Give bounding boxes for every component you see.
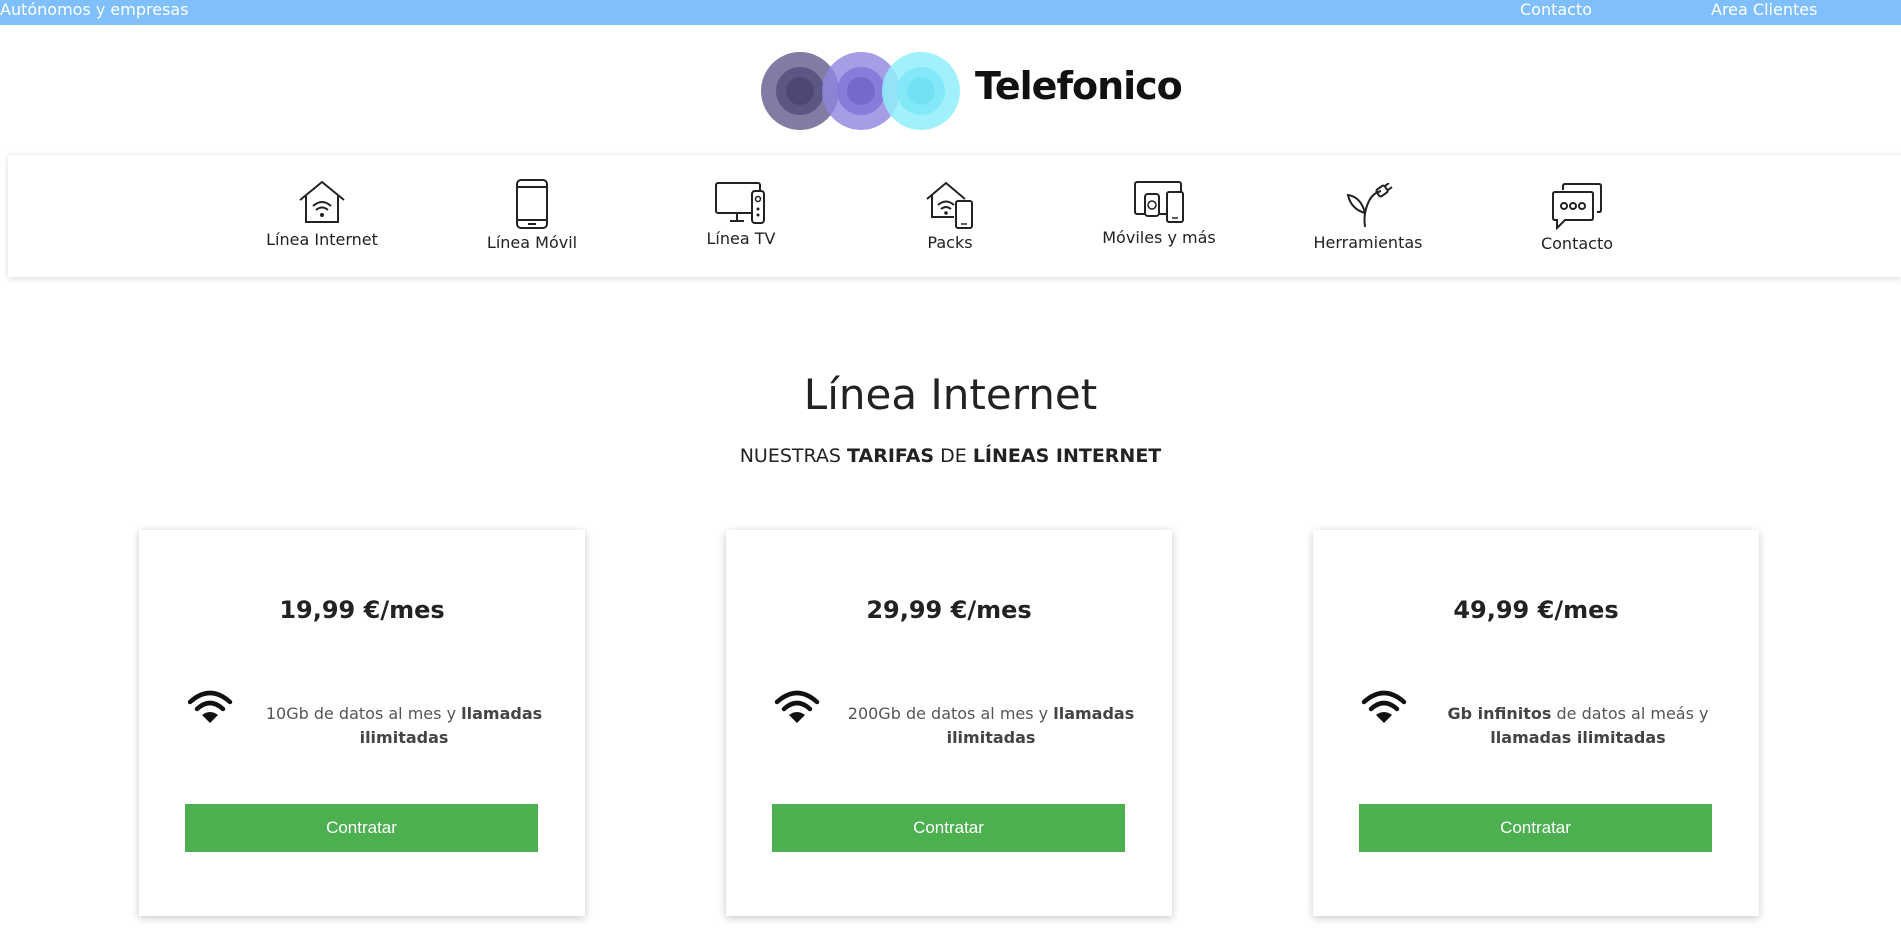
- brand-name[interactable]: Telefonico: [975, 64, 1183, 108]
- plan-description: 200Gb de datos al mes y llamadas ilimita…: [846, 702, 1136, 750]
- page-title: Línea Internet: [803, 370, 1098, 419]
- desc-text: de datos al meás y: [1551, 704, 1709, 723]
- house-wifi-icon: [299, 180, 345, 223]
- nav-label: Móviles y más: [1102, 228, 1216, 247]
- plan-card: 49,99 €/mes Gb infinitos de datos al meá…: [1313, 530, 1759, 916]
- plan-description: 10Gb de datos al mes y llamadas ilimitad…: [259, 702, 549, 750]
- house-phone-icon: [926, 181, 973, 229]
- subtitle-part: NUESTRAS: [739, 445, 848, 467]
- desc-text: 200Gb de datos al mes y: [847, 704, 1054, 723]
- nav-item-contacto[interactable]: Contacto: [1497, 182, 1657, 253]
- contratar-button[interactable]: Contratar: [772, 804, 1125, 852]
- desc-text: llamadas ilimitadas: [1490, 728, 1666, 747]
- desc-text: Gb infinitos: [1447, 704, 1552, 723]
- brand-logo[interactable]: [760, 51, 965, 135]
- plan-card: 19,99 €/mes 10Gb de datos al mes y llama…: [139, 530, 585, 916]
- wifi-icon: [774, 690, 820, 723]
- nav-item-packs[interactable]: Packs: [870, 179, 1030, 252]
- subtitle-part: LÍNEAS INTERNET: [972, 445, 1162, 467]
- nav-item-linea-tv[interactable]: Línea TV: [661, 181, 821, 248]
- subtitle-part: DE: [934, 445, 973, 467]
- nav-label: Línea Internet: [266, 230, 378, 249]
- logo-circles-icon: [761, 52, 960, 130]
- subtitle-part: TARIFAS: [847, 445, 935, 467]
- contratar-button[interactable]: Contratar: [1359, 804, 1712, 852]
- devices-icon: [1134, 181, 1184, 223]
- smartphone-icon: [516, 179, 548, 229]
- tv-remote-icon: [715, 182, 765, 224]
- top-bar: Autónomos y empresas Contacto Area Clien…: [0, 0, 1901, 25]
- nav-label: Packs: [927, 233, 973, 252]
- plan-price: 19,99 €/mes: [279, 596, 445, 624]
- wifi-icon: [1361, 690, 1407, 723]
- nav-item-moviles-y-mas[interactable]: Móviles y más: [1079, 180, 1239, 247]
- plan-price: 29,99 €/mes: [866, 596, 1032, 624]
- nav-item-linea-movil[interactable]: Línea Móvil: [452, 179, 612, 252]
- desc-text: 10Gb de datos al mes y: [265, 704, 462, 723]
- top-contact-link[interactable]: Contacto: [1520, 0, 1592, 19]
- nav-label: Contacto: [1540, 234, 1614, 253]
- chat-bubbles-icon: [1552, 183, 1602, 230]
- business-link[interactable]: Autónomos y empresas: [0, 0, 189, 19]
- plant-plug-icon: [1346, 183, 1393, 228]
- nav-label: Línea TV: [706, 229, 776, 248]
- client-area-link[interactable]: Area Clientes: [1711, 0, 1817, 19]
- nav-item-herramientas[interactable]: Herramientas: [1288, 183, 1448, 252]
- page-subtitle: NUESTRAS TARIFAS DE LÍNEAS INTERNET: [0, 445, 1901, 467]
- nav-label: Línea Móvil: [486, 233, 578, 252]
- plan-price: 49,99 €/mes: [1453, 596, 1619, 624]
- nav-item-linea-internet[interactable]: Línea Internet: [242, 178, 402, 249]
- nav-label: Herramientas: [1313, 233, 1423, 252]
- plan-card: 29,99 €/mes 200Gb de datos al mes y llam…: [726, 530, 1172, 916]
- plan-description: Gb infinitos de datos al meás y llamadas…: [1433, 702, 1723, 750]
- main-nav: Línea Internet Línea Móvil Línea TV Pack…: [8, 155, 1901, 277]
- contratar-button[interactable]: Contratar: [185, 804, 538, 852]
- wifi-icon: [187, 690, 233, 723]
